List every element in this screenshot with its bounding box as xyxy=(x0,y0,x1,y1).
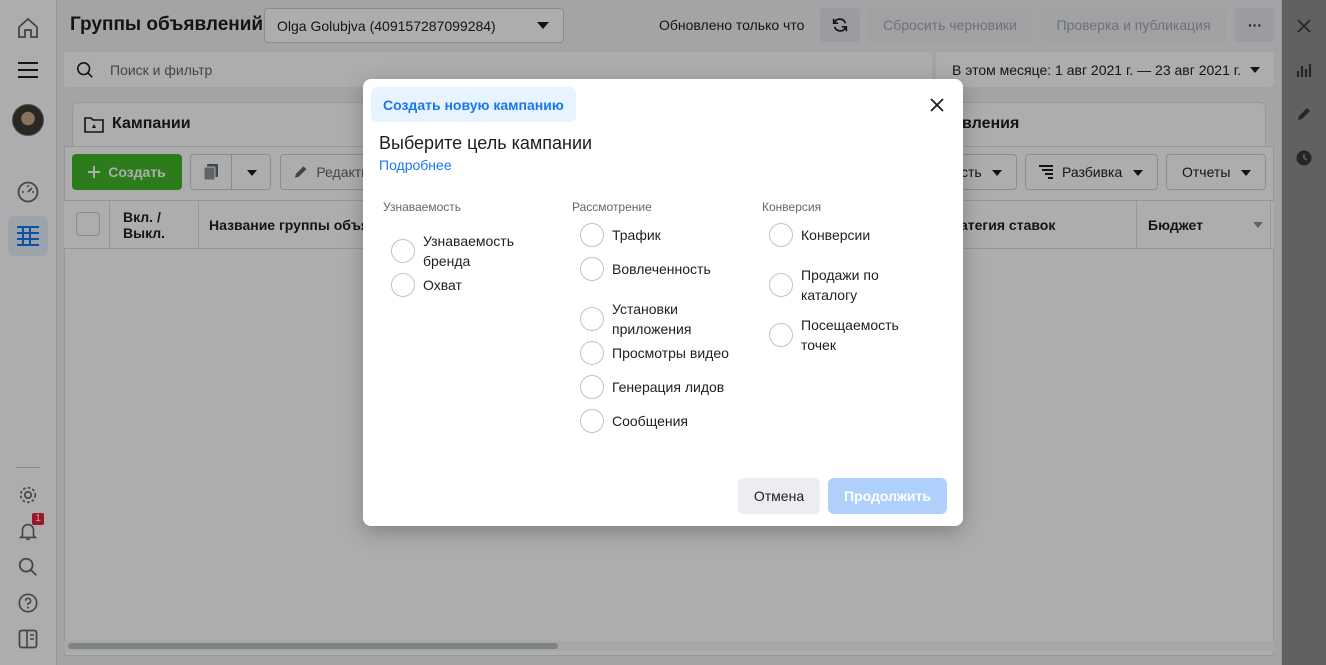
objective-label: Конверсии xyxy=(801,227,871,243)
objective-option-messages[interactable]: Сообщения xyxy=(580,409,742,433)
tab-create-new-campaign[interactable]: Создать новую кампанию xyxy=(371,87,576,122)
learn-more-link[interactable]: Подробнее xyxy=(379,157,452,173)
objective-group-awareness: Узнаваемость xyxy=(383,200,462,214)
objective-label: Генерация лидов xyxy=(612,379,725,395)
radio-button[interactable] xyxy=(580,409,604,433)
radio-button[interactable] xyxy=(769,273,793,297)
objective-option-app-installs[interactable]: Установки приложения xyxy=(580,299,742,339)
objective-option-reach[interactable]: Охват xyxy=(391,273,553,297)
objective-label: Узнаваемость бренда xyxy=(423,233,515,269)
close-button[interactable] xyxy=(925,93,949,117)
radio-button[interactable] xyxy=(580,307,604,331)
objective-label: Продажи по каталогу xyxy=(801,267,879,303)
radio-button[interactable] xyxy=(580,341,604,365)
objective-label: Вовлеченность xyxy=(612,261,711,277)
objective-option-video-views[interactable]: Просмотры видео xyxy=(580,341,742,365)
radio-button[interactable] xyxy=(580,257,604,281)
close-icon xyxy=(930,98,944,112)
objective-label: Просмотры видео xyxy=(612,345,729,361)
modal-backdrop-side[interactable] xyxy=(1282,0,1326,665)
radio-button[interactable] xyxy=(391,273,415,297)
objective-label: Охват xyxy=(423,277,462,293)
objective-option-lead-generation[interactable]: Генерация лидов xyxy=(580,375,742,399)
continue-button[interactable]: Продолжить xyxy=(828,478,947,514)
objective-option-catalog-sales[interactable]: Продажи по каталогу xyxy=(769,265,931,305)
objective-label: Сообщения xyxy=(612,413,688,429)
dialog-heading: Выберите цель кампании xyxy=(379,133,593,153)
objective-group-consideration: Рассмотрение xyxy=(572,200,652,214)
radio-button[interactable] xyxy=(769,223,793,247)
radio-button[interactable] xyxy=(580,375,604,399)
objective-option-traffic[interactable]: Трафик xyxy=(580,223,742,247)
cancel-button[interactable]: Отмена xyxy=(738,478,820,514)
radio-button[interactable] xyxy=(580,223,604,247)
radio-button[interactable] xyxy=(769,323,793,347)
objective-label: Посещаемость точек xyxy=(801,317,899,353)
objective-label: Установки приложения xyxy=(612,301,692,337)
create-campaign-dialog: Создать новую кампанию Выберите цель кам… xyxy=(363,79,963,526)
objective-group-conversion: Конверсия xyxy=(762,200,822,214)
objective-option-brand-awareness[interactable]: Узнаваемость бренда xyxy=(391,231,553,271)
objective-label: Трафик xyxy=(612,227,661,243)
radio-button[interactable] xyxy=(391,239,415,263)
objective-option-conversions[interactable]: Конверсии xyxy=(769,223,931,247)
objective-option-engagement[interactable]: Вовлеченность xyxy=(580,257,742,281)
objective-option-store-traffic[interactable]: Посещаемость точек xyxy=(769,315,931,355)
